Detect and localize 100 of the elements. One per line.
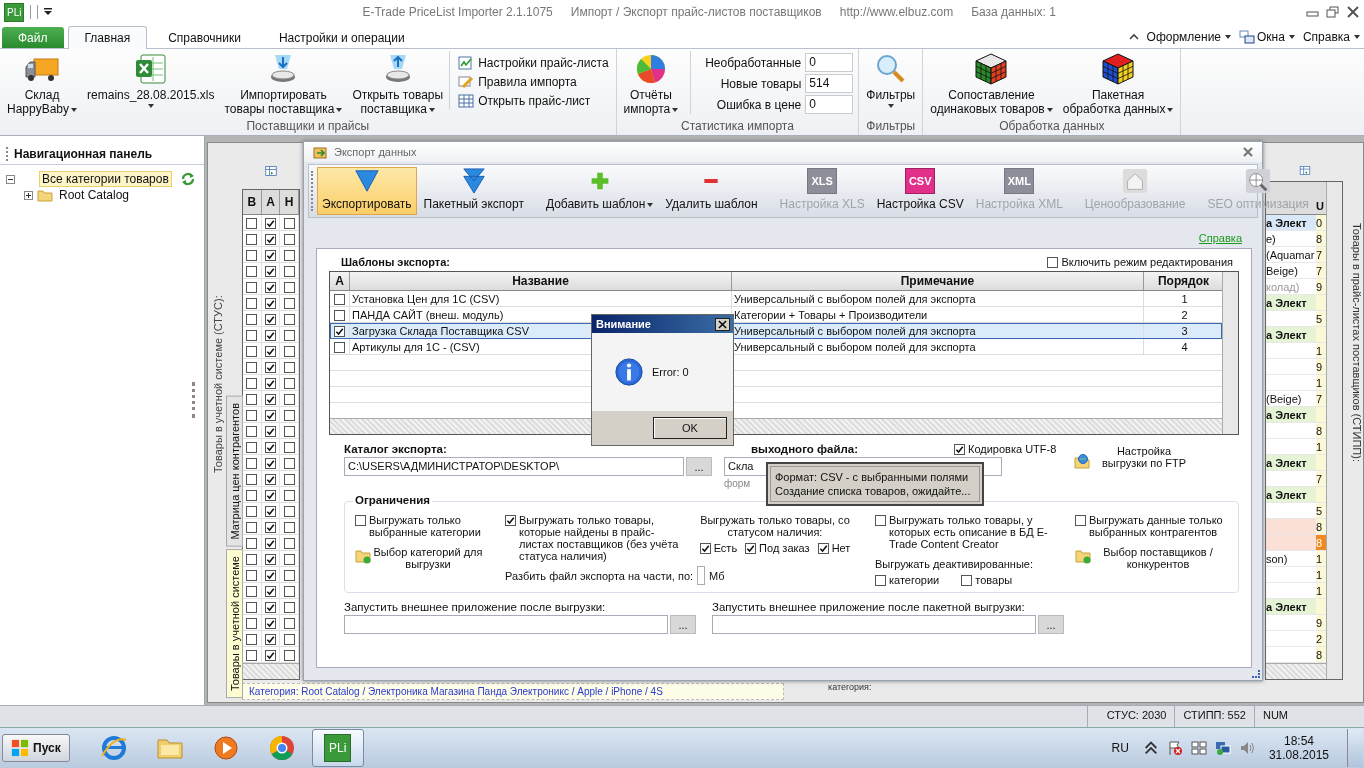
checkbox[interactable] [283, 329, 295, 341]
checkbox[interactable] [265, 473, 276, 485]
checkbox[interactable] [334, 293, 345, 305]
checkbox[interactable] [283, 233, 295, 245]
checkbox[interactable] [265, 505, 276, 517]
taskbar-app-button[interactable]: PLi [311, 729, 364, 767]
checkbox[interactable] [265, 233, 276, 245]
checkbox[interactable] [334, 325, 345, 337]
checkbox[interactable] [283, 249, 295, 261]
checkbox[interactable] [246, 297, 258, 309]
tree-toggle-icon[interactable] [24, 190, 33, 200]
side-tab[interactable]: Матрица цен контрагентов [226, 396, 243, 547]
checkbox[interactable] [265, 313, 276, 325]
start-button[interactable]: Пуск [2, 734, 70, 762]
checkbox[interactable] [246, 425, 258, 437]
menu-button[interactable]: Справка [1302, 30, 1360, 44]
path-field[interactable]: C:\USERS\АДМИНИСТРАТОР\DESKTOP\ [344, 457, 684, 476]
tree-item[interactable]: Root Catalog [57, 188, 132, 202]
column-header[interactable]: В [243, 190, 262, 214]
ok-button[interactable]: OK [653, 417, 727, 439]
checkbox[interactable] [265, 569, 276, 581]
checkbox[interactable] [283, 601, 295, 613]
column-header[interactable]: Примечание [732, 272, 1144, 290]
checkbox[interactable] [265, 409, 276, 421]
checkbox[interactable] [283, 569, 295, 581]
checkbox[interactable] [265, 265, 276, 277]
column-header[interactable]: А [261, 190, 281, 214]
checkbox[interactable] [246, 585, 258, 597]
checkbox[interactable] [246, 217, 258, 229]
size-field[interactable] [697, 566, 706, 585]
ribbon-button[interactable]: Склад HappyBaby [3, 51, 82, 118]
checkbox[interactable] [875, 575, 886, 586]
checkbox[interactable] [283, 313, 295, 325]
checkbox[interactable] [283, 393, 295, 405]
checkbox[interactable] [246, 601, 258, 613]
app-path-field[interactable] [344, 615, 668, 634]
checkbox[interactable] [246, 233, 258, 245]
checkbox[interactable] [246, 521, 258, 533]
checkbox[interactable] [283, 361, 295, 373]
ribbon-button[interactable]: Открыть товары поставщика [348, 51, 448, 118]
checkbox[interactable] [265, 585, 276, 597]
checkbox[interactable] [283, 345, 295, 357]
checkbox[interactable] [817, 543, 829, 554]
ribbon-tab[interactable]: Справочники [151, 26, 258, 48]
checkbox[interactable] [283, 473, 295, 485]
ribbon-button[interactable]: Фильтры [862, 51, 920, 110]
ribbon-button[interactable]: Сопоставление одинаковых товаров [926, 51, 1057, 118]
menu-button[interactable]: Окна [1239, 30, 1295, 44]
checkbox[interactable] [246, 553, 258, 565]
checkbox[interactable] [283, 297, 295, 309]
checkbox[interactable] [334, 341, 345, 353]
side-tab[interactable]: Товары в учетной системе [226, 548, 243, 698]
checkbox[interactable] [265, 553, 276, 565]
checkbox[interactable] [246, 441, 258, 453]
toolbar-button[interactable]: Пакетный экспорт [418, 167, 529, 215]
checkbox[interactable] [246, 633, 258, 645]
toolbar-button[interactable]: CSV Настройка CSV [871, 167, 969, 215]
checkbox[interactable] [699, 543, 711, 554]
checkbox[interactable] [283, 457, 295, 469]
checkbox[interactable] [1047, 257, 1059, 268]
checkbox[interactable] [265, 393, 276, 405]
checkbox[interactable] [265, 601, 276, 613]
speaker-icon[interactable] [1238, 740, 1255, 756]
horizontal-scrollbar[interactable] [1266, 663, 1326, 679]
show-desktop-button[interactable] [1347, 729, 1362, 767]
checkbox[interactable] [246, 313, 258, 325]
checkbox[interactable] [283, 377, 295, 389]
app-path-field[interactable] [712, 615, 1036, 634]
checkbox[interactable] [246, 457, 258, 469]
chevron-up-icon[interactable] [1142, 740, 1159, 756]
checkbox[interactable] [265, 329, 276, 341]
close-icon[interactable] [1242, 146, 1254, 158]
checkbox[interactable] [246, 473, 258, 485]
checkbox[interactable] [265, 377, 276, 389]
checkbox[interactable] [1075, 515, 1086, 526]
browse-button[interactable]: ... [1038, 615, 1064, 634]
checkbox[interactable] [283, 409, 295, 421]
checkbox[interactable] [283, 281, 295, 293]
horizontal-scrollbar[interactable] [243, 663, 299, 679]
checkbox[interactable] [265, 649, 276, 661]
toolbar-button[interactable]: Экспортировать [317, 167, 417, 215]
checkbox[interactable] [246, 265, 258, 277]
column-header[interactable]: Название [350, 272, 732, 290]
checkbox[interactable] [246, 409, 258, 421]
tree-item[interactable]: Все категории товаров [39, 171, 172, 187]
checkbox[interactable] [283, 617, 295, 629]
ribbon-tab[interactable]: Главная [67, 26, 148, 49]
checkbox[interactable] [961, 575, 973, 586]
checkbox[interactable] [283, 489, 295, 501]
network-icon[interactable] [1214, 740, 1231, 756]
checkbox[interactable] [246, 617, 258, 629]
checkbox[interactable] [246, 649, 258, 661]
checkbox[interactable] [283, 585, 295, 597]
checkbox[interactable] [246, 489, 258, 501]
column-header[interactable]: Н [280, 190, 299, 214]
ribbon-button[interactable]: Настройки прайс-листа [458, 55, 609, 71]
collapse-icon[interactable] [1128, 33, 1139, 41]
checkbox[interactable] [265, 217, 276, 229]
checkbox[interactable] [246, 505, 258, 517]
ribbon-tab[interactable]: Настройки и операции [261, 26, 422, 48]
